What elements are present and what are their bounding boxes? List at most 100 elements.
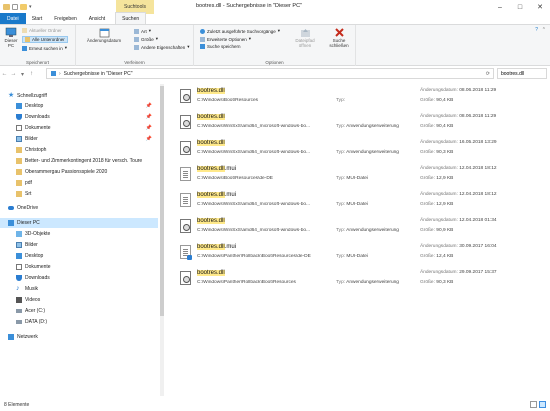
close-search-button[interactable]: Suche schließen — [326, 27, 352, 48]
other-properties-button[interactable]: Andere Eigenschaften ▾ — [134, 44, 190, 50]
nav-pc-drive-c[interactable]: Acer (C:) — [16, 306, 158, 316]
tab-view[interactable]: Ansicht — [83, 13, 111, 24]
type-value: MUI-Datei — [346, 202, 369, 207]
desktop-icon — [16, 103, 22, 109]
result-date: Änderungsdatum: 08.06.2018 11:29 — [420, 114, 496, 119]
nav-item-pdf[interactable]: pdf — [16, 178, 158, 188]
recent-searches-button[interactable]: Zuletzt ausgeführte Suchvorgänge ▾ — [200, 28, 280, 34]
nav-this-pc[interactable]: Dieser PC — [0, 218, 158, 228]
forward-button[interactable]: → — [9, 68, 18, 80]
maximize-button[interactable]: □ — [510, 0, 530, 14]
result-row[interactable]: bootres.dll C:\Windows\WinSxS\amd64_micro… — [178, 217, 548, 239]
group-label-location: Speicherort — [25, 60, 49, 65]
nav-item-pictures[interactable]: Bilder 📌 — [16, 134, 158, 144]
nav-pc-desktop[interactable]: Desktop — [16, 251, 158, 261]
explorer-app-icon — [3, 4, 10, 10]
result-type: Typ: Anwendungserweiterung — [336, 124, 399, 129]
nav-scrollbar[interactable] — [160, 84, 164, 396]
nav-quick-access[interactable]: ★ Schnellzugriff — [8, 91, 158, 101]
result-row[interactable]: bootres.dll C:\Windows\Panther\Rollback\B… — [178, 269, 548, 291]
nav-item-srt[interactable]: Srt — [16, 189, 158, 199]
nav-pc-videos[interactable]: Videos — [16, 295, 158, 305]
pictures-icon — [16, 242, 22, 248]
computer-icon — [5, 27, 17, 37]
kind-button[interactable]: Art ▾ — [134, 28, 151, 34]
result-row[interactable]: bootres.dll.mui C:\Windows\WinSxS\amd64_m… — [178, 191, 548, 213]
result-date: Änderungsdatum: 16.05.2018 13:29 — [420, 140, 497, 145]
nav-pc-3d-objects[interactable]: 3D-Objekte — [16, 229, 158, 239]
change-date-button[interactable]: Änderungsdatum — [82, 28, 126, 43]
type-label: Typ: — [336, 98, 346, 103]
status-bar: 8 Elemente — [0, 398, 550, 411]
result-row[interactable]: bootres.dll.mui C:\Windows\Panther\Rollba… — [178, 243, 548, 265]
size-button[interactable]: Größe ▾ — [134, 36, 158, 42]
kind-icon — [134, 28, 139, 34]
nav-item-documents[interactable]: Dokumente 📌 — [16, 123, 158, 133]
advanced-options-button[interactable]: Erweiterte Optionen ▾ — [200, 36, 251, 42]
up-button[interactable]: ↑ — [27, 68, 36, 80]
result-row[interactable]: bootres.dll.mui C:\Windows\Boot\Resources… — [178, 165, 548, 187]
chevron-down-icon: ▾ — [155, 36, 159, 41]
size-value: 12,9 KB — [436, 176, 454, 181]
date-label: Änderungsdatum: — [420, 114, 458, 119]
nav-pc-downloads[interactable]: Downloads — [16, 273, 158, 283]
group-label-options: Optionen — [265, 60, 284, 65]
history-icon — [200, 28, 205, 34]
nav-item-better-kontingent[interactable]: Better- und Zimmerkontingent 2018 für ve… — [16, 156, 158, 166]
date-value: 12.04.2018 01:34 — [459, 218, 497, 223]
qat-dropdown-icon[interactable]: ▾ — [29, 4, 32, 10]
nav-item-oberammergau[interactable]: Oberammergau Passionsspiele 2020 — [16, 167, 158, 177]
size-label: Größe: — [420, 254, 435, 259]
refresh-icon[interactable]: ⟳ — [486, 71, 490, 77]
minimize-button[interactable]: – — [490, 0, 510, 14]
result-size: Größe: 12,4 KB — [420, 254, 453, 259]
nav-network[interactable]: Netzwerk — [8, 332, 158, 342]
current-folder-button[interactable]: Aktueller Ordner — [22, 28, 62, 33]
nav-pc-drive-d[interactable]: DATA (D:) — [16, 317, 158, 327]
help-icon[interactable]: ? — [535, 27, 538, 33]
ribbon-collapse-icon[interactable]: ⌃ — [542, 27, 546, 33]
mui-file-icon — [180, 167, 191, 181]
date-label: Änderungsdatum: — [420, 218, 458, 223]
search-input[interactable]: bootres.dll — [497, 68, 547, 79]
result-path: C:\Windows\WinSxS\amd64_microsoft-window… — [197, 202, 311, 207]
result-row[interactable]: bootres.dll C:\Windows\WinSxS\amd64_micro… — [178, 113, 548, 135]
tab-start[interactable]: Start — [26, 13, 49, 24]
address-field[interactable]: › Suchergebnisse in "Dieser PC" ⟳ — [46, 68, 494, 79]
search-again-button[interactable]: Erneut suchen in ▾ — [22, 45, 67, 51]
result-row[interactable]: bootres.dll C:\Windows\Boot\Resources Typ:… — [178, 87, 548, 109]
tab-file[interactable]: Datei — [0, 13, 26, 24]
nav-item-desktop[interactable]: Desktop 📌 — [16, 101, 158, 111]
back-button[interactable]: ← — [0, 68, 9, 80]
content-view-button[interactable] — [539, 401, 546, 408]
close-button[interactable]: ✕ — [530, 0, 550, 14]
result-path: C:\Windows\Panther\Rollback\Boot\Resourc… — [197, 280, 296, 285]
tab-share[interactable]: Freigeben — [48, 13, 83, 24]
folder-icon — [16, 147, 22, 153]
nav-scrollbar-thumb[interactable] — [160, 86, 164, 316]
pin-icon: 📌 — [145, 125, 152, 131]
tab-search[interactable]: Suchen — [115, 12, 147, 24]
size-label: Größe: — [420, 176, 435, 181]
this-pc-button[interactable]: Dieser PC — [2, 27, 20, 48]
nav-pc-music[interactable]: ♪ Musik — [16, 284, 158, 294]
pin-icon: 📌 — [145, 114, 152, 120]
result-size: Größe: 90,3 KB — [420, 280, 453, 285]
nav-pc-pictures[interactable]: Bilder — [16, 240, 158, 250]
open-location-button[interactable]: Dateipfad öffnen — [294, 28, 316, 48]
nav-onedrive[interactable]: OneDrive — [8, 203, 158, 213]
recent-locations-icon[interactable]: ▾ — [18, 68, 27, 80]
nav-pc-documents[interactable]: Dokumente — [16, 262, 158, 272]
result-date: Änderungsdatum: 29.09.2017 15:37 — [420, 270, 497, 275]
nav-item-downloads[interactable]: Downloads 📌 — [16, 112, 158, 122]
save-search-button[interactable]: Suche speichern — [200, 44, 241, 49]
new-folder-icon[interactable] — [20, 4, 27, 10]
details-view-button[interactable] — [530, 401, 537, 408]
chevron-down-icon: ▾ — [187, 44, 190, 49]
properties-icon[interactable] — [12, 4, 18, 10]
all-subfolders-button[interactable]: Alle Unterordner — [22, 36, 68, 43]
result-row[interactable]: bootres.dll C:\Windows\WinSxS\amd64_micro… — [178, 139, 548, 161]
nav-item-christoph[interactable]: Christoph — [16, 145, 158, 155]
date-label: Änderungsdatum: — [420, 140, 458, 145]
type-value: MUI-Datei — [346, 176, 369, 181]
